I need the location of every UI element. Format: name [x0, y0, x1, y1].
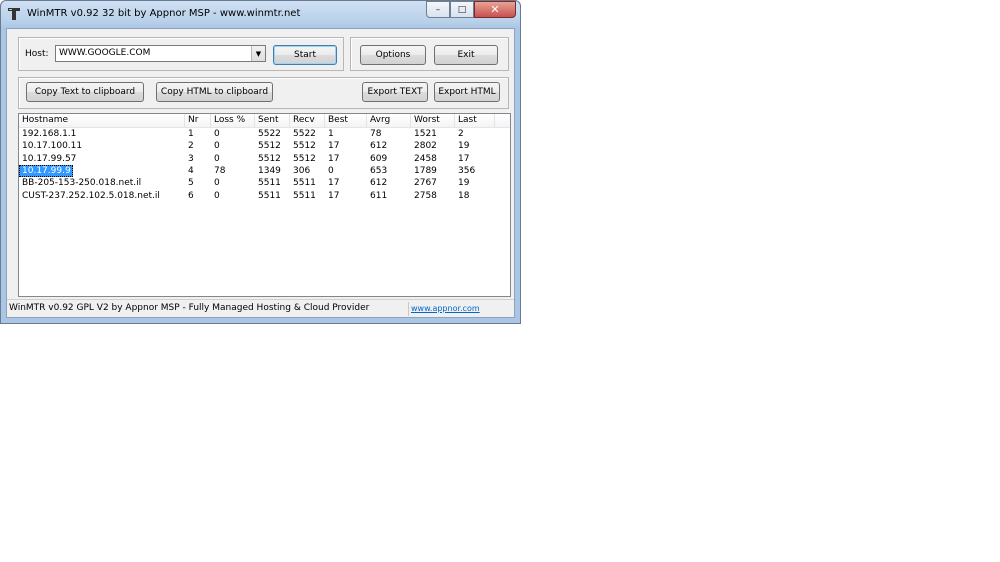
cell-avrg: 612	[370, 141, 388, 152]
cell-recv: 5511	[293, 178, 316, 189]
cell-best: 17	[328, 178, 340, 189]
cell-best: 17	[328, 153, 340, 164]
cell-loss: 0	[214, 190, 220, 201]
cell-last: 356	[458, 165, 476, 176]
host-combobox[interactable]: WWW.GOOGLE.COM ▼	[55, 45, 266, 62]
table-row[interactable]: CUST-237.252.102.5.018.net.il 6 0 5511 5511 1…	[19, 190, 510, 202]
cell-nr: 5	[188, 178, 194, 189]
cell-nr: 2	[188, 141, 194, 152]
cell-recv: 5512	[293, 153, 316, 164]
column-header-avrg[interactable]: Avrg	[367, 114, 411, 127]
exit-button[interactable]: Exit	[434, 45, 498, 65]
cell-last: 19	[458, 141, 470, 152]
status-bar: WinMTR v0.92 GPL V2 by Appnor MSP - Full…	[7, 299, 514, 318]
maximize-button[interactable]: □	[450, 1, 474, 18]
column-header-recv[interactable]: Recv	[290, 114, 325, 127]
window-title: WinMTR v0.92 32 bit by Appnor MSP - www.…	[27, 8, 301, 19]
copy-text-button[interactable]: Copy Text to clipboard	[26, 82, 144, 102]
table-row[interactable]: 10.17.99.57 3 0 5512 5512 17 609 2458 17	[19, 153, 510, 165]
copy-html-button[interactable]: Copy HTML to clipboard	[156, 82, 273, 102]
cell-hostname: CUST-237.252.102.5.018.net.il	[22, 190, 160, 201]
cell-recv: 5522	[293, 129, 316, 139]
cell-sent: 5512	[258, 153, 281, 164]
cell-avrg: 653	[370, 165, 388, 176]
cell-last: 18	[458, 190, 470, 201]
column-header-best[interactable]: Best	[325, 114, 367, 127]
options-button[interactable]: Options	[360, 45, 426, 65]
column-header-nr[interactable]: Nr	[185, 114, 211, 127]
cell-nr: 4	[188, 165, 194, 176]
cell-recv: 5512	[293, 141, 316, 152]
cell-worst: 2767	[414, 178, 437, 189]
cell-avrg: 612	[370, 178, 388, 189]
status-text: WinMTR v0.92 GPL V2 by Appnor MSP - Full…	[9, 303, 370, 313]
column-header-loss[interactable]: Loss %	[211, 114, 255, 127]
cell-last: 19	[458, 178, 470, 189]
cell-sent: 5512	[258, 141, 281, 152]
cell-hostname: 10.17.99.9	[19, 164, 73, 177]
cell-worst: 2758	[414, 190, 437, 201]
cell-hostname: 10.17.99.57	[22, 153, 77, 164]
appnor-link[interactable]: www.appnor.com	[411, 304, 480, 313]
cell-hostname: 192.168.1.1	[22, 129, 77, 139]
title-bar[interactable]: WinMTR v0.92 32 bit by Appnor MSP - www.…	[1, 1, 520, 27]
cell-avrg: 609	[370, 153, 388, 164]
cell-loss: 0	[214, 153, 220, 164]
cell-best: 0	[328, 165, 334, 176]
table-row[interactable]: 192.168.1.1 1 0 5522 5522 1 78 1521 2	[19, 128, 510, 140]
cell-sent: 5511	[258, 178, 281, 189]
column-header-sent[interactable]: Sent	[255, 114, 290, 127]
start-button[interactable]: Start	[273, 45, 337, 65]
cell-last: 2	[458, 129, 464, 139]
cell-last: 17	[458, 153, 470, 164]
list-header: Hostname Nr Loss % Sent Recv Best Avrg W…	[19, 114, 510, 128]
dropdown-arrow-icon[interactable]: ▼	[251, 46, 265, 61]
host-input[interactable]: WWW.GOOGLE.COM	[59, 48, 150, 58]
cell-loss: 78	[214, 165, 226, 176]
cell-sent: 5511	[258, 190, 281, 201]
column-header-hostname[interactable]: Hostname	[19, 114, 185, 127]
cell-hostname: BB-205-153-250.018.net.il	[22, 178, 142, 189]
cell-loss: 0	[214, 178, 220, 189]
cell-hostname: 10.17.100.11	[22, 141, 83, 152]
client-area: Host: WWW.GOOGLE.COM ▼ Start Options Exi…	[6, 28, 515, 318]
column-header-last[interactable]: Last	[455, 114, 495, 127]
app-icon	[8, 8, 20, 20]
cell-best: 17	[328, 190, 340, 201]
export-html-button[interactable]: Export HTML	[434, 82, 500, 102]
cell-avrg: 78	[370, 129, 382, 139]
table-row[interactable]: 10.17.100.11 2 0 5512 5512 17 612 2802 19	[19, 140, 510, 152]
cell-best: 17	[328, 141, 340, 152]
cell-worst: 1789	[414, 165, 437, 176]
cell-avrg: 611	[370, 190, 388, 201]
cell-loss: 0	[214, 129, 220, 139]
cell-loss: 0	[214, 141, 220, 152]
cell-recv: 5511	[293, 190, 316, 201]
close-button[interactable]: ✕	[474, 1, 516, 18]
status-divider	[408, 302, 409, 316]
cell-sent: 1349	[258, 165, 281, 176]
cell-recv: 306	[293, 165, 311, 176]
column-header-worst[interactable]: Worst	[411, 114, 455, 127]
host-label: Host:	[25, 49, 49, 59]
cell-sent: 5522	[258, 129, 281, 139]
cell-worst: 1521	[414, 129, 437, 139]
results-list[interactable]: Hostname Nr Loss % Sent Recv Best Avrg W…	[18, 113, 511, 297]
cell-nr: 3	[188, 153, 194, 164]
winmtr-window: WinMTR v0.92 32 bit by Appnor MSP - www.…	[0, 0, 521, 324]
cell-worst: 2458	[414, 153, 437, 164]
cell-best: 1	[328, 129, 334, 139]
table-row[interactable]: 10.17.99.9 4 78 1349 306 0 653 1789 356	[19, 164, 510, 177]
export-text-button[interactable]: Export TEXT	[362, 82, 428, 102]
cell-nr: 6	[188, 190, 194, 201]
cell-nr: 1	[188, 129, 194, 139]
minimize-button[interactable]: –	[426, 1, 450, 18]
table-row[interactable]: BB-205-153-250.018.net.il 5 0 5511 5511 17 612…	[19, 177, 510, 189]
cell-worst: 2802	[414, 141, 437, 152]
